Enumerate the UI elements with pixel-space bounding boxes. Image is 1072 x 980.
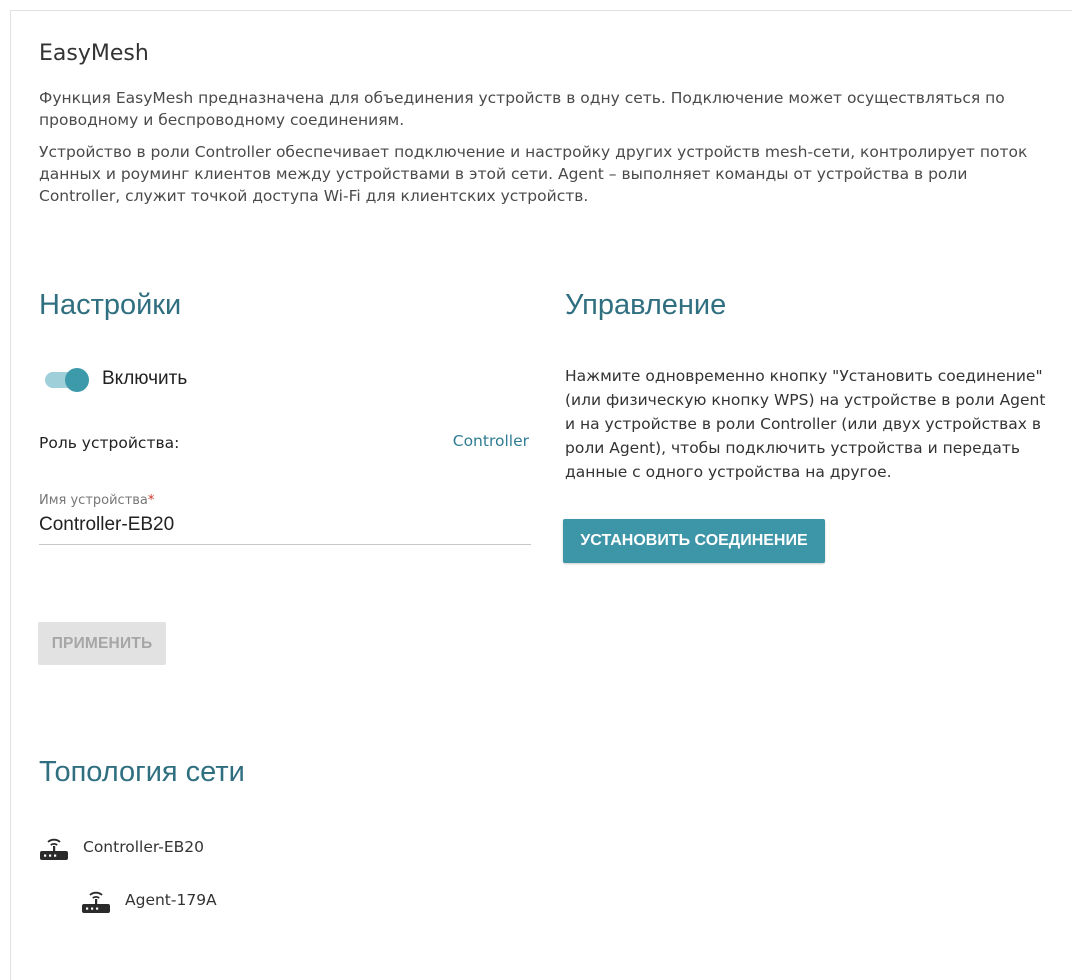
topology-node-controller[interactable]: Controller-EB20 bbox=[39, 833, 204, 861]
settings-title: Настройки bbox=[39, 289, 182, 321]
router-icon bbox=[82, 891, 110, 913]
device-name-label-text: Имя устройства bbox=[39, 493, 148, 508]
control-title: Управление bbox=[565, 289, 727, 321]
device-name-label: Имя устройства* bbox=[39, 493, 531, 508]
topology-node-agent[interactable]: Agent-179A bbox=[81, 886, 217, 914]
device-role-value[interactable]: Controller bbox=[453, 432, 529, 450]
device-name-field: Имя устройства* bbox=[39, 493, 531, 545]
easymesh-panel: EasyMesh Функция EasyMesh предназначена … bbox=[10, 10, 1072, 980]
topology-node-name: Controller-EB20 bbox=[83, 838, 204, 856]
topology-node-name: Agent-179A bbox=[125, 891, 217, 909]
enable-toggle-label[interactable]: Включить bbox=[102, 368, 187, 390]
device-role-label: Роль устройства: bbox=[39, 434, 180, 452]
topology-title: Топология сети bbox=[39, 756, 245, 788]
page-title: EasyMesh bbox=[39, 41, 149, 66]
router-icon bbox=[40, 838, 68, 860]
device-name-input[interactable] bbox=[39, 514, 531, 545]
enable-toggle[interactable] bbox=[43, 366, 91, 394]
page-description-2: Устройство в роли Controller обеспечивае… bbox=[39, 143, 1028, 205]
apply-button[interactable]: ПРИМЕНИТЬ bbox=[38, 622, 166, 665]
page-description-1: Функция EasyMesh предназначена для объед… bbox=[39, 89, 1005, 129]
toggle-knob bbox=[65, 368, 89, 392]
connect-button[interactable]: УСТАНОВИТЬ СОЕДИНЕНИЕ bbox=[563, 519, 825, 563]
control-instructions: Нажмите одновременно кнопку "Установить … bbox=[565, 367, 1046, 481]
required-mark: * bbox=[147, 493, 155, 508]
